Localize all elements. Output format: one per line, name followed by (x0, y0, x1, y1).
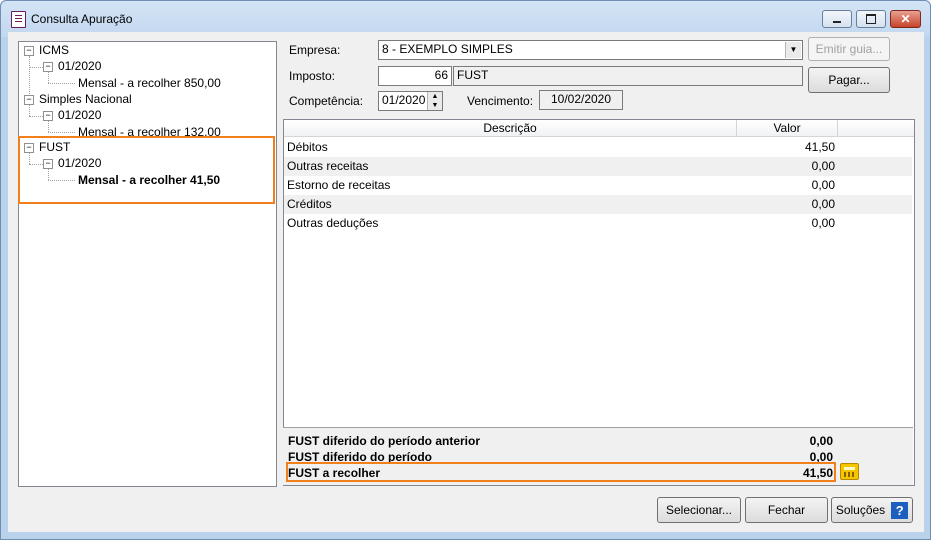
tree-item-simples-period[interactable]: 01/2020 (58, 108, 101, 122)
column-header-valor[interactable]: Valor (737, 120, 838, 136)
maximize-icon (866, 14, 876, 24)
apuracao-tree[interactable]: − ICMS − 01/2020 Mensal - a recolher 850… (18, 41, 277, 487)
table-row[interactable]: Créditos 0,00 (284, 195, 912, 214)
imposto-name-field: FUST (453, 66, 803, 86)
consulta-apuracao-window: Consulta Apuração ✕ − ICMS − 01/2020 Men… (0, 0, 931, 540)
fust-highlight-box (18, 136, 275, 204)
summary-row: FUST diferido do período anterior 0,00 (288, 434, 833, 450)
table-row[interactable]: Débitos 41,50 (284, 138, 912, 157)
competencia-value: 01/2020 (382, 93, 426, 107)
summary-label: FUST diferido do período anterior (288, 434, 480, 448)
empresa-label: Empresa: (289, 43, 341, 57)
close-icon: ✕ (900, 12, 911, 26)
collapse-icon[interactable]: − (24, 95, 34, 105)
fechar-button[interactable]: Fechar (745, 497, 828, 523)
tree-item-icms-period[interactable]: 01/2020 (58, 59, 101, 73)
selecionar-button[interactable]: Selecionar... (657, 497, 741, 523)
table-row[interactable]: Outras receitas 0,00 (284, 157, 912, 176)
window-title: Consulta Apuração (31, 12, 133, 26)
table-row[interactable]: Outras deduções 0,00 (284, 214, 912, 233)
row-description: Débitos (287, 140, 328, 154)
summary-value: 0,00 (809, 434, 833, 448)
collapse-icon[interactable]: − (24, 46, 34, 56)
spin-down-icon[interactable]: ▼ (427, 101, 442, 110)
minimize-icon (833, 21, 841, 23)
minimize-button[interactable] (822, 10, 852, 28)
competencia-label: Competência: (289, 94, 364, 108)
vencimento-label: Vencimento: (467, 94, 534, 108)
competencia-input[interactable]: 01/2020 ▲ ▼ (378, 91, 443, 111)
row-value: 0,00 (811, 197, 835, 211)
tree-item-simples-nacional[interactable]: Simples Nacional (39, 92, 132, 106)
row-value: 0,00 (811, 159, 835, 173)
tree-item-icms-mensal[interactable]: Mensal - a recolher 850,00 (78, 76, 221, 90)
row-value: 41,50 (804, 140, 835, 154)
imposto-label: Imposto: (289, 69, 336, 83)
emitir-guia-button[interactable]: Emitir guia... (808, 37, 890, 61)
solucoes-button[interactable]: Soluções ? (831, 497, 913, 523)
vencimento-field: 10/02/2020 (539, 90, 623, 110)
help-icon: ? (891, 501, 909, 519)
app-icon (11, 11, 26, 28)
row-description: Estorno de receitas (287, 178, 391, 192)
maximize-button[interactable] (856, 10, 886, 28)
pagar-button[interactable]: Pagar... (808, 67, 890, 93)
empresa-select[interactable]: 8 - EXEMPLO SIMPLES ▼ (378, 40, 803, 60)
row-description: Outras receitas (287, 159, 369, 173)
total-highlight-box (286, 462, 836, 482)
row-description: Outras deduções (287, 216, 379, 230)
collapse-icon[interactable]: − (43, 62, 53, 72)
collapse-icon[interactable]: − (43, 111, 53, 121)
tree-item-icms[interactable]: ICMS (39, 43, 69, 57)
calculator-icon[interactable] (840, 463, 859, 480)
spin-up-icon[interactable]: ▲ (427, 92, 442, 101)
grid-header: Descrição Valor (284, 120, 914, 137)
client-area: − ICMS − 01/2020 Mensal - a recolher 850… (8, 32, 924, 532)
chevron-down-icon[interactable]: ▼ (785, 42, 801, 58)
imposto-code-input[interactable]: 66 (378, 66, 452, 86)
table-row[interactable]: Estorno de receitas 0,00 (284, 176, 912, 195)
row-value: 0,00 (811, 216, 835, 230)
row-description: Créditos (287, 197, 332, 211)
column-header-descricao[interactable]: Descrição (284, 120, 737, 136)
close-button[interactable]: ✕ (890, 10, 921, 28)
solucoes-label: Soluções (835, 503, 886, 517)
empresa-value: 8 - EXEMPLO SIMPLES (382, 42, 513, 56)
row-value: 0,00 (811, 178, 835, 192)
